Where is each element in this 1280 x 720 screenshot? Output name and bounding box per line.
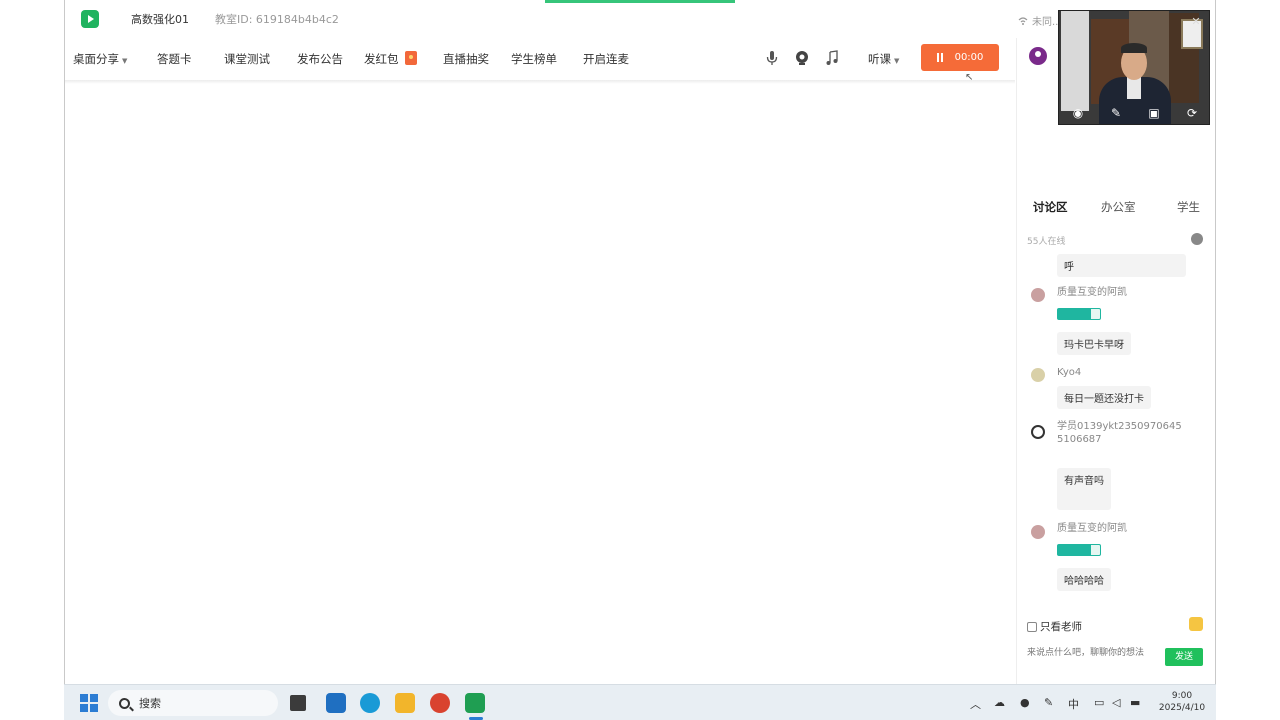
teacher-only-label: 只看老师 (1040, 621, 1082, 633)
lottery-button[interactable]: 直播抽奖 (443, 51, 489, 67)
chat-message-bubble: 呼 (1057, 254, 1186, 277)
emoji-icon[interactable] (1189, 617, 1203, 631)
taskbar-search-label: 搜索 (139, 697, 161, 710)
file-explorer-icon[interactable] (395, 693, 415, 713)
members-icon[interactable] (1191, 233, 1203, 245)
screen: 高数强化01 教室ID: 619184b4b4c2 未同... 桌面分享 ▼ 答题… (0, 0, 1280, 720)
user-avatar (1031, 525, 1045, 539)
chat-message-username: 质量互变的阿凯 (1057, 287, 1127, 298)
teacher-video[interactable]: ✕ ◉ ✎ ▣ ⟳ (1058, 10, 1210, 125)
red-packet-button[interactable]: 发红包 (364, 51, 417, 67)
network-status: 未同... (1018, 13, 1062, 28)
video-person (1121, 43, 1147, 53)
task-view-icon[interactable] (290, 695, 306, 711)
clock-time: 9:00 (1171, 691, 1193, 701)
listen-mode-menu[interactable]: 听课 ▼ (868, 51, 899, 67)
side-panel: 讨论区 办公室 学生 55人在线 呼 质量互变的阿凯 玛卡巴卡早呀 Kyo4 每… (1016, 38, 1215, 684)
chat-message-bubble: 每日一题还没打卡 (1057, 386, 1151, 409)
record-timer: 00:00 (954, 52, 984, 63)
desktop-share-menu[interactable]: 桌面分享 ▼ (73, 51, 127, 67)
app-red-icon[interactable] (430, 693, 450, 713)
record-pause-button[interactable]: 00:00 (921, 44, 999, 71)
tray-expand-icon[interactable]: ︿ (970, 696, 981, 712)
teacher-only-toggle[interactable]: 只看老师 (1027, 619, 1082, 634)
member-level-badge (1057, 544, 1101, 556)
system-clock[interactable]: 9:00 2025/4/10 (1156, 690, 1208, 714)
taskbar-search[interactable]: 搜索 (108, 690, 278, 716)
clock-date: 2025/4/10 (1158, 703, 1206, 713)
microphone-icon[interactable] (763, 49, 781, 67)
classroom-id: 教室ID: 619184b4b4c2 (215, 13, 339, 26)
tab-office[interactable]: 办公室 (1101, 199, 1136, 215)
desktop-share-label: 桌面分享 (73, 52, 119, 66)
edge-browser-icon[interactable] (360, 693, 380, 713)
class-title: 高数强化01 (131, 13, 189, 26)
online-count: 55人在线 (1027, 237, 1066, 247)
pause-icon (936, 53, 943, 62)
user-avatar (1031, 288, 1045, 302)
windows-taskbar: 搜索 ︿ ☁ ● ✎ 中 ▭ ◁ ▬ 9:00 2025/4/10 (64, 684, 1216, 720)
ime-indicator[interactable]: 中 (1068, 696, 1079, 712)
chat-message-bubble: 哈哈哈哈 (1057, 568, 1111, 591)
chat-message-username: 质量互变的阿凯 (1057, 523, 1127, 534)
user-avatar (1031, 425, 1045, 439)
video-controls: ◉ ✎ ▣ ⟳ (1059, 102, 1209, 124)
switch-camera-icon[interactable]: ⟳ (1185, 106, 1199, 120)
video-person (1127, 77, 1141, 99)
caret-down-icon: ▼ (894, 57, 900, 65)
close-icon[interactable]: ✕ (1189, 15, 1203, 29)
chat-message-username: Kyo4 (1057, 367, 1082, 378)
chat-message-bubble: 有声音吗 (1057, 468, 1111, 510)
chat-input[interactable] (1027, 645, 1162, 661)
answer-card-button[interactable]: 答题卡 (157, 51, 192, 67)
wifi-icon (1018, 16, 1028, 25)
battery-icon[interactable]: ▬ (1130, 696, 1140, 709)
app-logo-icon (81, 10, 99, 28)
chat-message-bubble: 玛卡巴卡早呀 (1057, 332, 1131, 355)
tray-mic-icon[interactable]: ● (1020, 696, 1030, 709)
tab-discussion[interactable]: 讨论区 (1033, 199, 1068, 215)
whiteboard-canvas[interactable] (65, 84, 1015, 684)
teacher-avatar[interactable] (1029, 47, 1047, 65)
network-icon[interactable]: ▭ (1094, 696, 1104, 709)
search-icon (119, 697, 130, 709)
member-level-badge (1057, 308, 1101, 320)
window-border-right (1215, 0, 1216, 684)
send-button[interactable]: 发送 (1165, 648, 1203, 666)
pen-icon[interactable]: ✎ (1044, 696, 1053, 709)
widgets-icon[interactable] (326, 693, 346, 713)
red-packet-icon (404, 51, 417, 65)
fullscreen-icon[interactable]: ▣ (1147, 106, 1161, 120)
eye-icon[interactable]: ◉ (1071, 106, 1085, 120)
classroom-app-icon[interactable] (465, 693, 485, 713)
music-icon[interactable] (823, 49, 841, 67)
caret-down-icon: ▼ (122, 57, 128, 65)
mic-link-button[interactable]: 开启连麦 (583, 51, 629, 67)
quiz-button[interactable]: 课堂测试 (224, 51, 270, 67)
user-avatar (1031, 368, 1045, 382)
tab-students[interactable]: 学生 (1177, 199, 1200, 215)
cloud-icon[interactable]: ☁ (994, 696, 1005, 709)
windows-start-icon[interactable] (80, 694, 98, 712)
panel-tabs: 讨论区 办公室 学生 (1017, 196, 1216, 216)
beauty-wand-icon[interactable]: ✎ (1109, 106, 1123, 120)
volume-icon[interactable]: ◁ (1112, 696, 1120, 709)
student-list-button[interactable]: 学生榜单 (511, 51, 557, 67)
announcement-button[interactable]: 发布公告 (297, 51, 343, 67)
camera-icon[interactable] (793, 49, 811, 67)
toolbar: 桌面分享 ▼ 答题卡 课堂测试 发布公告 发红包 直播抽奖 学生榜单 开启连麦 听… (65, 40, 1015, 80)
teacher-only-checkbox[interactable] (1027, 621, 1037, 632)
red-packet-label: 发红包 (364, 52, 399, 66)
video-background (1061, 11, 1089, 111)
listen-mode-label: 听课 (868, 52, 891, 66)
chat-message-username: 学员0139ykt23509706455106687 (1057, 421, 1182, 445)
title-bar: 高数强化01 教室ID: 619184b4b4c2 (65, 0, 1015, 38)
